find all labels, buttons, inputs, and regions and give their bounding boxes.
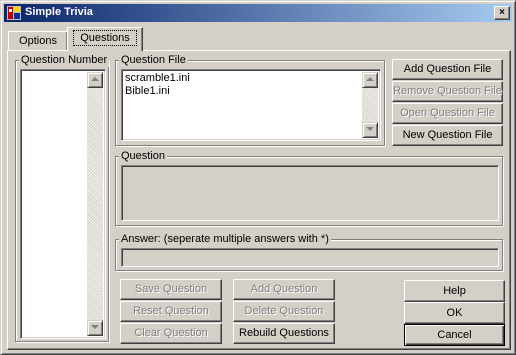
answer-label: Answer: (seperate multiple answers with …	[119, 232, 331, 246]
scroll-down-button[interactable]	[87, 320, 103, 336]
question-file-group: Question File scramble1.ini Bible1.ini	[115, 53, 385, 146]
cancel-button[interactable]: Cancel	[404, 324, 505, 346]
question-field[interactable]	[121, 165, 499, 221]
arrow-up-icon	[366, 77, 374, 81]
reset-question-button[interactable]: Reset Question	[120, 301, 222, 322]
scroll-up-button[interactable]	[362, 72, 378, 88]
scroll-up-button[interactable]	[87, 72, 103, 88]
list-item[interactable]: Bible1.ini	[125, 85, 190, 98]
tab-questions[interactable]: Questions	[67, 27, 143, 51]
question-file-label: Question File	[119, 53, 188, 67]
simple-trivia-window: Simple Trivia × Options Questions Questi…	[0, 0, 516, 355]
open-question-file-button[interactable]: Open Question File	[392, 103, 503, 124]
clear-question-button[interactable]: Clear Question	[120, 323, 222, 344]
arrow-down-icon	[91, 325, 99, 329]
close-button[interactable]: ×	[494, 6, 510, 20]
remove-question-file-button[interactable]: Remove Question File	[392, 81, 503, 102]
list-item[interactable]: scramble1.ini	[125, 72, 190, 85]
answer-group: Answer: (seperate multiple answers with …	[115, 232, 503, 271]
trivia-app-icon	[7, 6, 21, 20]
arrow-up-icon	[91, 77, 99, 81]
tab-options[interactable]: Options	[8, 31, 68, 51]
tab-options-label: Options	[19, 35, 57, 47]
question-number-group: Question Number	[15, 53, 110, 342]
question-file-list[interactable]: scramble1.ini Bible1.ini	[121, 69, 381, 141]
delete-question-button[interactable]: Delete Question	[233, 301, 335, 322]
add-question-file-button[interactable]: Add Question File	[392, 59, 503, 80]
question-number-label: Question Number	[19, 53, 110, 67]
scroll-down-button[interactable]	[362, 122, 378, 138]
rebuild-questions-button[interactable]: Rebuild Questions	[233, 323, 335, 344]
question-group: Question	[115, 149, 503, 226]
help-button[interactable]: Help	[404, 280, 505, 302]
question-label: Question	[119, 149, 168, 163]
arrow-down-icon	[366, 127, 374, 131]
add-question-button[interactable]: Add Question	[233, 279, 335, 300]
tab-questions-label: Questions	[73, 30, 137, 46]
title-bar[interactable]: Simple Trivia ×	[4, 4, 512, 22]
answer-field[interactable]	[121, 248, 499, 267]
new-question-file-button[interactable]: New Question File	[392, 125, 503, 146]
ok-button[interactable]: OK	[404, 302, 505, 324]
close-icon: ×	[499, 7, 505, 18]
window-title: Simple Trivia	[25, 6, 93, 18]
question-file-scrollbar[interactable]	[362, 72, 378, 138]
save-question-button[interactable]: Save Question	[120, 279, 222, 300]
question-number-scrollbar[interactable]	[87, 72, 103, 336]
question-number-list[interactable]	[20, 69, 106, 339]
